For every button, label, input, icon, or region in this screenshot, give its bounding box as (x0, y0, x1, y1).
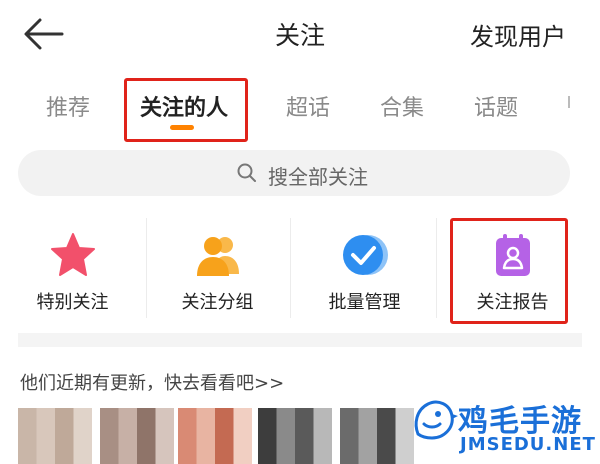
tab-topic[interactable]: 话题 (474, 90, 518, 122)
tab-collection[interactable]: 合集 (380, 90, 424, 122)
section-separator (18, 333, 582, 347)
recent-avatars (0, 408, 420, 464)
highlight-box-following-tab (124, 78, 248, 142)
avatar[interactable] (178, 408, 252, 464)
check-circle-icon (342, 235, 388, 275)
discover-users-button[interactable]: 发现用户 (470, 17, 566, 52)
tab-recommend[interactable]: 推荐 (46, 90, 90, 122)
avatar[interactable] (100, 408, 174, 464)
star-icon (50, 233, 95, 276)
search-icon (237, 163, 256, 182)
tab-bar: 推荐 关注的人 超话 合集 话题 (0, 74, 600, 138)
tab-overflow-hint (568, 96, 574, 108)
batch-manage-button[interactable]: 批量管理 (292, 214, 437, 324)
follow-group-button[interactable]: 关注分组 (145, 214, 290, 324)
highlight-box-follow-report (450, 218, 568, 324)
top-bar: 关注 发现用户 (0, 0, 600, 68)
shortcut-divider (290, 218, 291, 318)
follow-group-label: 关注分组 (181, 292, 254, 313)
search-bar[interactable]: 搜全部关注 (18, 150, 570, 196)
watermark-url: JMSEDU.NET (460, 434, 596, 455)
avatar[interactable] (18, 408, 92, 464)
shortcut-divider (146, 218, 147, 318)
recent-updates-link[interactable]: 他们近期有更新，快去看看吧>> (20, 369, 284, 395)
special-follow-label: 特别关注 (36, 292, 109, 313)
watermark-logo-icon (414, 400, 458, 440)
tab-super-topic[interactable]: 超话 (286, 90, 330, 122)
special-follow-button[interactable]: 特别关注 (0, 214, 145, 324)
group-icon (196, 237, 239, 276)
shortcut-divider (436, 218, 437, 318)
avatar[interactable] (258, 408, 332, 464)
avatar[interactable] (340, 408, 414, 464)
batch-manage-label: 批量管理 (328, 292, 401, 313)
search-placeholder: 搜全部关注 (268, 165, 368, 189)
